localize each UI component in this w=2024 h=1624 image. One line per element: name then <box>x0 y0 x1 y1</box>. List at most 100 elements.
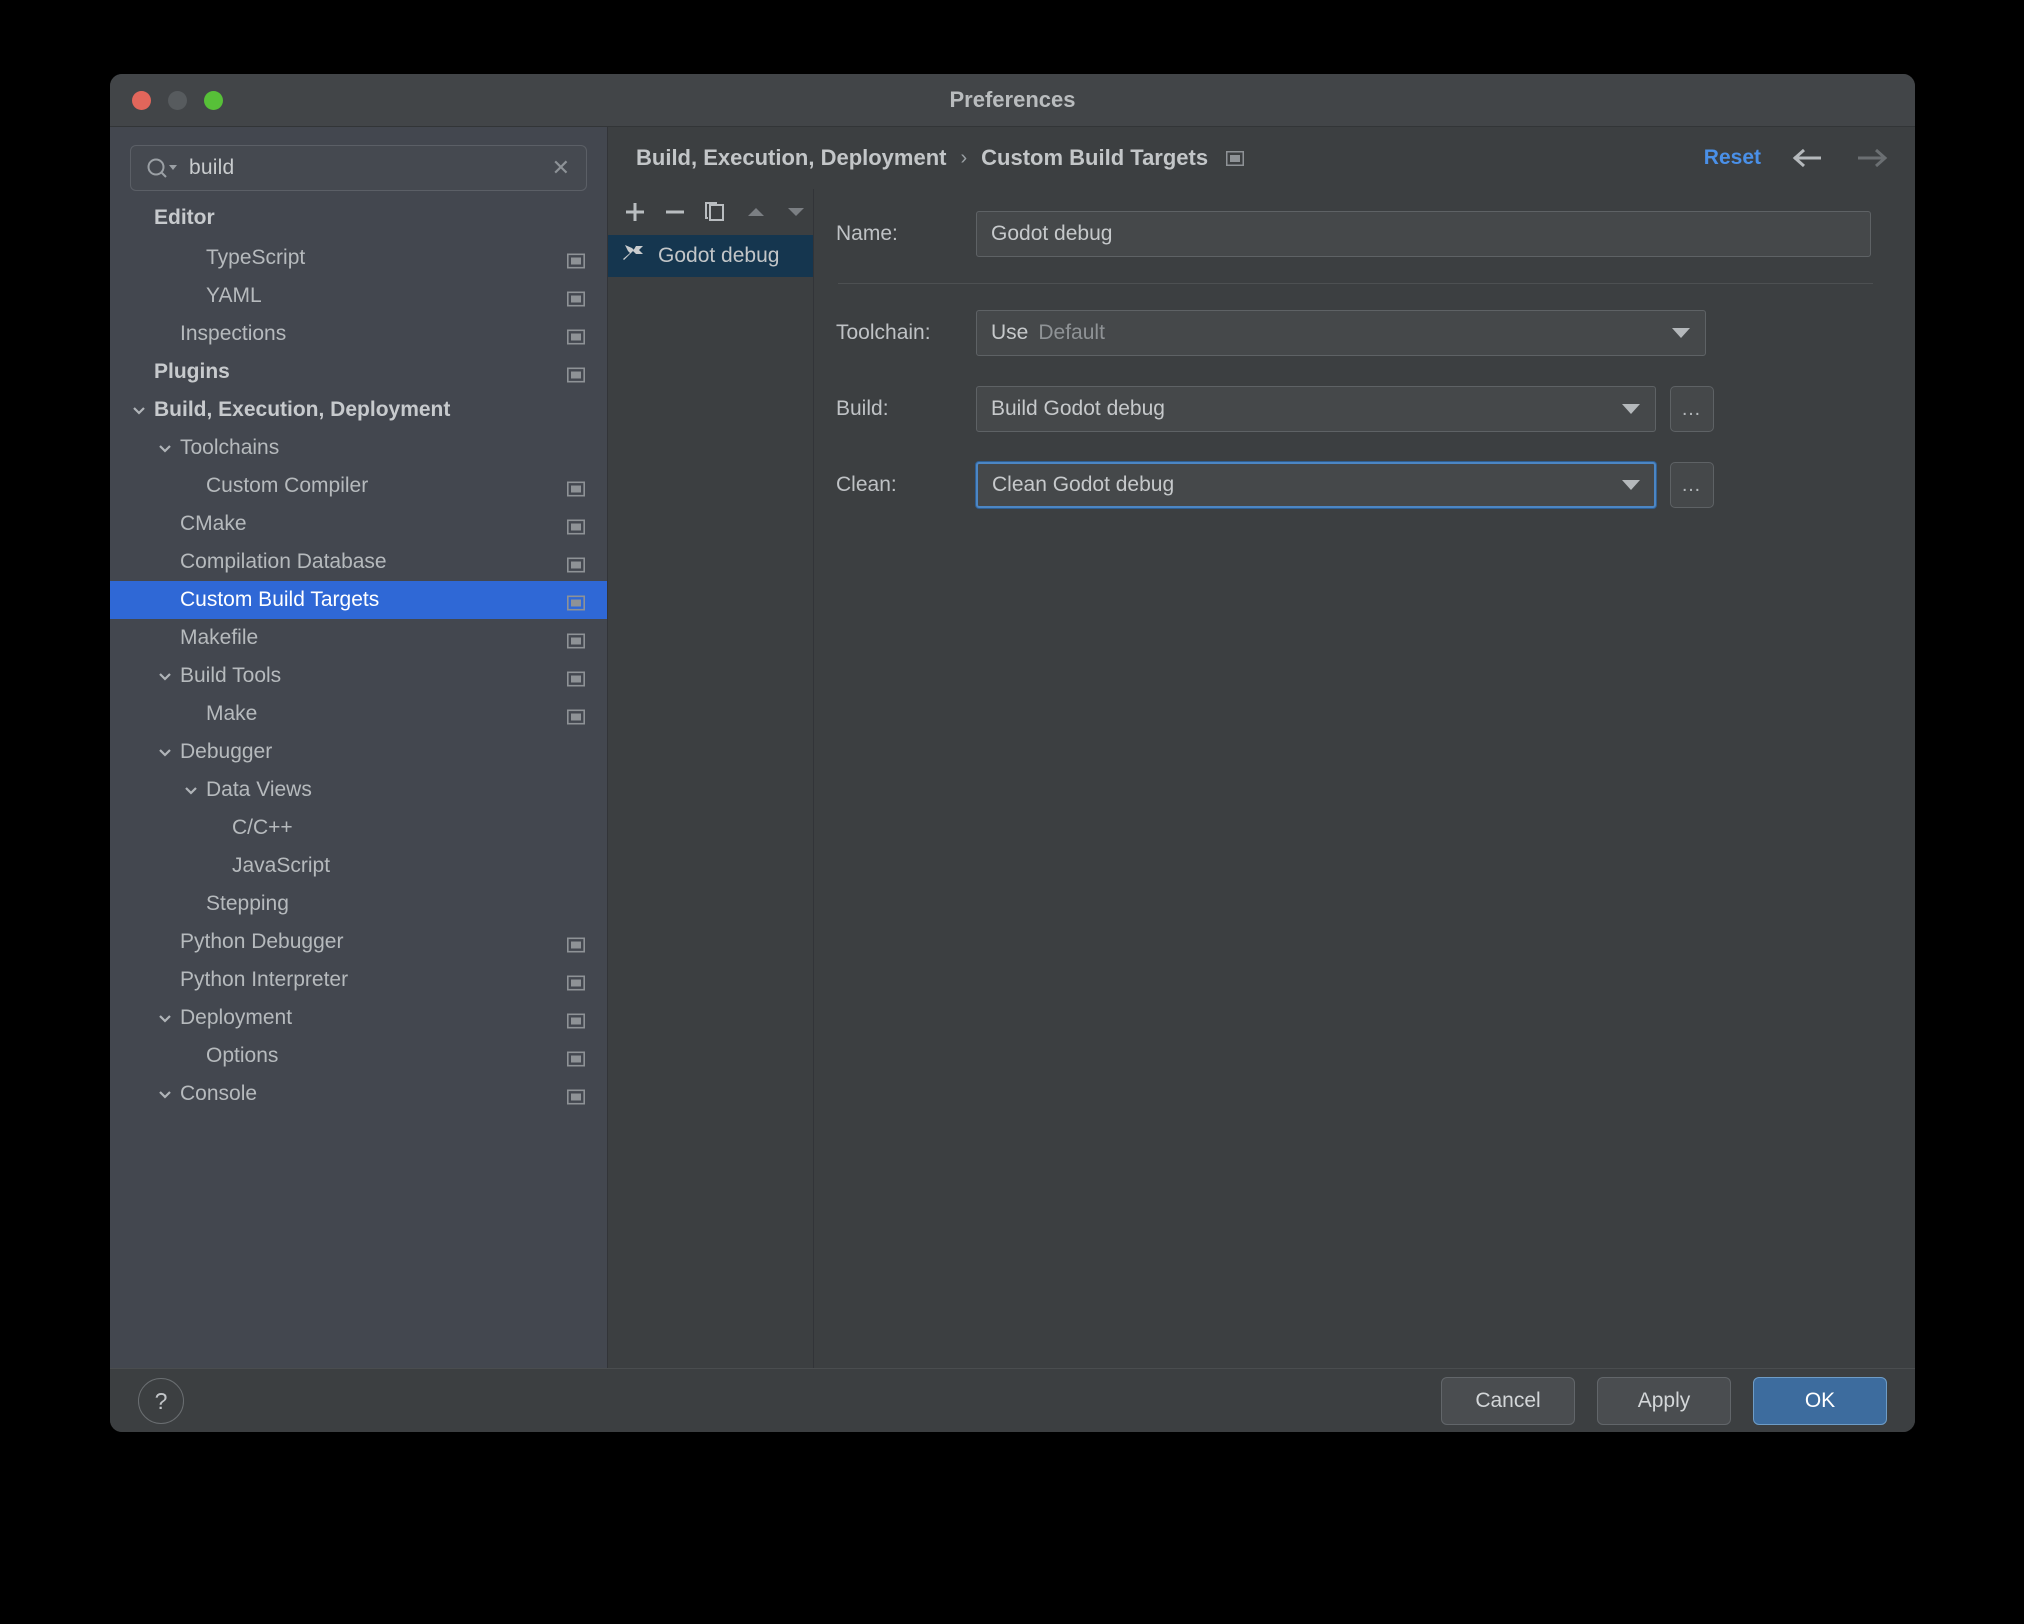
arrow-right-icon[interactable] <box>1855 147 1889 169</box>
panel-icon <box>567 935 585 953</box>
sidebar-item-label: C/C++ <box>232 816 293 839</box>
arrow-left-icon[interactable] <box>1791 147 1825 169</box>
sidebar-item-toolchains[interactable]: Toolchains <box>110 429 607 467</box>
add-target-button[interactable] <box>618 195 652 229</box>
sidebar-item-console[interactable]: Console <box>110 1075 607 1113</box>
chevron-down-icon[interactable] <box>128 399 150 421</box>
sidebar-item-python-debugger[interactable]: Python Debugger <box>110 923 607 961</box>
footer-buttons: Cancel Apply OK <box>1441 1377 1887 1425</box>
breadcrumb-separator: › <box>960 146 968 169</box>
search-icon <box>145 157 179 179</box>
build-browse-button[interactable]: … <box>1670 386 1714 432</box>
cancel-button[interactable]: Cancel <box>1441 1377 1575 1425</box>
sidebar-item-label: TypeScript <box>206 246 306 269</box>
breadcrumb-current: Custom Build Targets <box>981 145 1209 170</box>
sidebar-item-label: Console <box>180 1082 258 1105</box>
chevron-down-icon[interactable] <box>154 437 176 459</box>
triangle-up-icon[interactable] <box>739 195 773 229</box>
window-body: build ✕ Editor MarkdownTypeScriptYAMLIns… <box>110 127 1915 1368</box>
sidebar-item-debugger[interactable]: Debugger <box>110 733 607 771</box>
sidebar-item-label: JavaScript <box>232 854 331 877</box>
clean-browse-button[interactable]: … <box>1670 462 1714 508</box>
build-target-label: Godot debug <box>658 244 780 267</box>
chevron-down-icon[interactable] <box>154 741 176 763</box>
sidebar-item-compilation-database[interactable]: Compilation Database <box>110 543 607 581</box>
sidebar-item-label: Custom Build Targets <box>180 588 380 611</box>
clean-label: Clean: <box>836 473 897 496</box>
breadcrumb-parent[interactable]: Build, Execution, Deployment <box>636 145 946 171</box>
copy-icon[interactable] <box>698 195 732 229</box>
sidebar-item-label: Custom Compiler <box>206 474 369 497</box>
search-field[interactable]: build ✕ <box>130 145 587 191</box>
sidebar-item-custom-build-targets[interactable]: Custom Build Targets <box>110 581 607 619</box>
panel-icon <box>567 1011 585 1029</box>
sidebar-item-python-interpreter[interactable]: Python Interpreter <box>110 961 607 999</box>
help-button[interactable]: ? <box>138 1378 184 1424</box>
sidebar-item-data-views[interactable]: Data Views <box>110 771 607 809</box>
sidebar-item-options[interactable]: Options <box>110 1037 607 1075</box>
sidebar-item-yaml[interactable]: YAML <box>110 277 607 315</box>
build-select[interactable]: Build Godot debug <box>976 386 1656 432</box>
name-input[interactable]: Godot debug <box>976 211 1871 257</box>
sidebar-item-make[interactable]: Make <box>110 695 607 733</box>
sidebar-item-label: Python Debugger <box>180 930 344 953</box>
build-target-item[interactable]: Godot debug <box>608 235 813 277</box>
apply-button[interactable]: Apply <box>1597 1377 1731 1425</box>
clear-icon[interactable]: ✕ <box>552 157 570 179</box>
sidebar-item-build-execution-deployment[interactable]: Build, Execution, Deployment <box>110 391 607 429</box>
sidebar-item-label: CMake <box>180 512 247 535</box>
search-input[interactable]: build <box>189 156 234 180</box>
sidebar-item-stepping[interactable]: Stepping <box>110 885 607 923</box>
reset-link[interactable]: Reset <box>1704 146 1761 170</box>
sidebar-item-label: YAML <box>206 284 262 307</box>
sidebar-item-label: Compilation Database <box>180 550 387 573</box>
preferences-window: Preferences build ✕ Editor TypeScript YA… <box>110 74 1915 1432</box>
toolchain-label: Toolchain: <box>836 321 931 344</box>
sidebar-item-makefile[interactable]: Makefile <box>110 619 607 657</box>
chevron-down-icon[interactable] <box>180 779 202 801</box>
sidebar-item-label: Options <box>206 1044 279 1067</box>
panel-icon <box>567 631 585 649</box>
name-row: Name: Godot debug <box>836 211 1875 257</box>
panel-icon <box>1226 150 1245 166</box>
remove-target-button[interactable] <box>658 195 692 229</box>
sidebar-item-inspections[interactable]: Inspections <box>110 315 607 353</box>
sidebar-item-label: Make <box>206 702 258 725</box>
panel-icon <box>567 479 585 497</box>
sidebar-item-build-tools[interactable]: Build Tools <box>110 657 607 695</box>
chevron-down-icon <box>1622 480 1640 490</box>
clean-select[interactable]: Clean Godot debug <box>976 462 1656 508</box>
chevron-down-icon[interactable] <box>154 1007 176 1029</box>
search-container: build ✕ <box>110 127 607 199</box>
targets-toolbar <box>608 189 813 235</box>
panel-icon <box>567 593 585 611</box>
ok-button[interactable]: OK <box>1753 1377 1887 1425</box>
toolchain-value: Use <box>991 321 1029 344</box>
title-bar: Preferences <box>110 74 1915 127</box>
panel-icon <box>567 669 585 687</box>
toolchain-select[interactable]: Use Default <box>976 310 1706 356</box>
sidebar-item-c-c[interactable]: C/C++ <box>110 809 607 847</box>
chevron-down-icon[interactable] <box>154 1083 176 1105</box>
chevron-down-icon <box>1622 404 1640 414</box>
chevron-down-icon <box>1672 328 1690 338</box>
target-settings-form: Name: Godot debug Toolchain: Use Default <box>814 189 1915 1368</box>
triangle-down-icon[interactable] <box>779 195 813 229</box>
window-title: Preferences <box>949 87 1076 112</box>
sidebar-item-cmake[interactable]: CMake <box>110 505 607 543</box>
sidebar-item-plugins[interactable]: Plugins <box>110 353 607 391</box>
sidebar-item-custom-compiler[interactable]: Custom Compiler <box>110 467 607 505</box>
sidebar-item-label: Data Views <box>206 778 312 801</box>
clean-row: Clean: Clean Godot debug … <box>836 462 1875 508</box>
settings-tree[interactable]: Editor MarkdownTypeScriptYAMLInspections… <box>110 199 607 1368</box>
sidebar-item-label: Deployment <box>180 1006 293 1029</box>
chevron-down-icon[interactable] <box>154 665 176 687</box>
sidebar-item-deployment[interactable]: Deployment <box>110 999 607 1037</box>
dialog-footer: ? Cancel Apply OK <box>110 1368 1915 1432</box>
panel-icon <box>567 555 585 573</box>
build-targets-list[interactable]: Godot debug <box>608 235 813 1368</box>
sidebar-item-javascript[interactable]: JavaScript <box>110 847 607 885</box>
sidebar-item-typescript[interactable]: TypeScript <box>110 239 607 277</box>
panel-icon <box>567 1049 585 1067</box>
sidebar-item-label: Makefile <box>180 626 259 649</box>
